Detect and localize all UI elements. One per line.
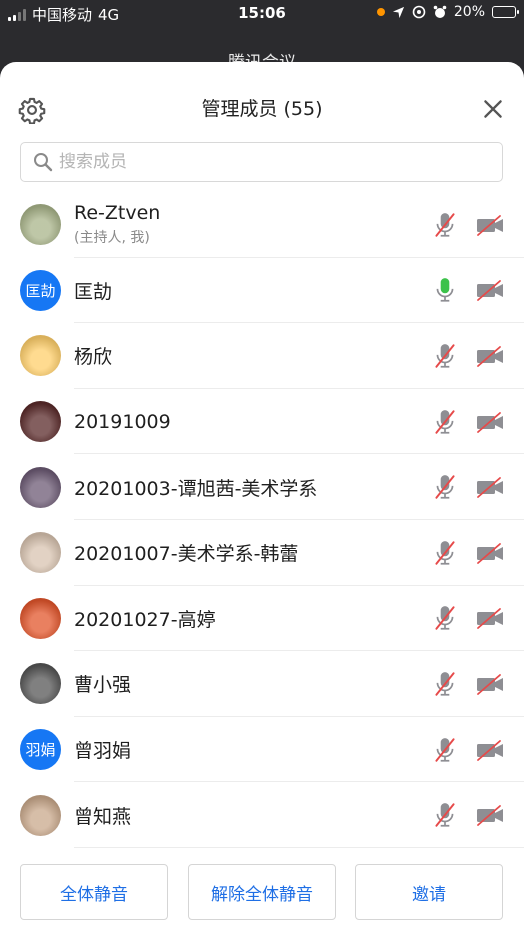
camera-off-icon[interactable]	[475, 738, 505, 762]
avatar	[20, 401, 61, 443]
camera-off-icon[interactable]	[475, 278, 505, 302]
member-info: 曹小强	[74, 670, 131, 697]
avatar-initials: 羽娟	[25, 741, 56, 760]
member-name: 20201007-美术学系-韩蕾	[74, 543, 299, 566]
microphone-muted-icon[interactable]	[432, 539, 458, 567]
member-name: 匡劼	[74, 280, 113, 303]
microphone-muted-icon[interactable]	[432, 408, 458, 436]
battery-percent: 20%	[453, 4, 485, 20]
status-right: 20%	[376, 4, 519, 20]
close-icon[interactable]	[480, 96, 506, 122]
camera-off-icon[interactable]	[475, 410, 505, 434]
camera-off-icon[interactable]	[475, 606, 505, 630]
member-name: 20191009	[74, 410, 171, 433]
member-role: (主持人, 我)	[74, 230, 150, 247]
invite-button[interactable]: 邀请	[355, 864, 503, 920]
sheet-title: 管理成员 (55)	[201, 98, 323, 120]
avatar	[20, 663, 61, 705]
microphone-icon[interactable]	[432, 276, 458, 304]
avatar	[20, 794, 61, 836]
member-info: 曾知燕	[74, 802, 131, 829]
privacy-dot-icon	[376, 8, 385, 16]
avatar	[20, 532, 61, 574]
member-name: Re-Ztven	[74, 202, 161, 225]
member-row[interactable]: 杨欣	[0, 323, 524, 389]
camera-off-icon[interactable]	[475, 672, 505, 696]
member-list: Re-Ztven (主持人, 我) 匡劼 匡劼 杨欣 20191009 20201003-…	[0, 192, 524, 848]
member-row[interactable]: 曹小强	[0, 651, 524, 717]
member-name: 曾羽娟	[74, 740, 132, 763]
member-info: 20201027-高婷	[74, 605, 216, 632]
avatar	[20, 204, 61, 246]
member-row[interactable]: 20191009	[0, 389, 524, 455]
avatar	[20, 335, 61, 377]
member-name: 20201003-谭旭茜-美术学系	[74, 477, 318, 500]
microphone-muted-icon[interactable]	[432, 801, 458, 829]
camera-off-icon[interactable]	[475, 213, 505, 237]
camera-off-icon[interactable]	[475, 344, 505, 368]
member-row[interactable]: 20201027-高婷	[0, 586, 524, 652]
member-name: 杨欣	[74, 346, 113, 369]
member-info: 20201007-美术学系-韩蕾	[74, 539, 298, 566]
member-name: 曹小强	[74, 674, 132, 697]
screen-lock-icon	[412, 5, 426, 19]
member-row[interactable]: 20201007-美术学系-韩蕾	[0, 520, 524, 586]
alarm-icon	[433, 5, 447, 18]
search-input[interactable]	[59, 152, 502, 172]
member-info: 匡劼	[74, 277, 112, 304]
member-row[interactable]: 羽娟 曾羽娟	[0, 717, 524, 783]
search-box[interactable]	[20, 142, 503, 182]
avatar	[20, 466, 61, 508]
mute-all-button[interactable]: 全体静音	[20, 864, 168, 920]
unmute-all-button[interactable]: 解除全体静音	[188, 864, 336, 920]
member-row[interactable]: 20201003-谭旭茜-美术学系	[0, 454, 524, 520]
microphone-muted-icon[interactable]	[432, 342, 458, 370]
microphone-muted-icon[interactable]	[432, 604, 458, 632]
member-row[interactable]: 曾知燕	[0, 782, 524, 848]
member-info: 20201003-谭旭茜-美术学系	[74, 474, 317, 501]
member-management-sheet: 管理成员 (55) Re-Ztven (主持人, 我) 匡劼匡劼 杨欣 2019100…	[0, 62, 524, 931]
member-name: 20201027-高婷	[74, 608, 216, 631]
camera-off-icon[interactable]	[475, 541, 505, 565]
member-info: Re-Ztven (主持人, 我)	[74, 202, 160, 247]
member-name: 曾知燕	[74, 805, 132, 828]
avatar: 羽娟	[20, 729, 61, 771]
member-info: 20191009	[74, 411, 171, 433]
footer-actions: 全体静音 解除全体静音 邀请	[0, 864, 524, 922]
microphone-muted-icon[interactable]	[432, 211, 458, 239]
avatar-initials: 匡劼	[25, 281, 56, 300]
member-row[interactable]: Re-Ztven (主持人, 我)	[0, 192, 524, 258]
battery-icon	[492, 6, 519, 18]
microphone-muted-icon[interactable]	[432, 473, 458, 501]
microphone-muted-icon[interactable]	[432, 736, 458, 764]
row-divider	[74, 846, 524, 848]
camera-off-icon[interactable]	[475, 803, 505, 827]
avatar	[20, 597, 61, 639]
member-info: 曾羽娟	[74, 736, 131, 763]
status-bar: 中国移动 4G 15:06 20%	[0, 0, 524, 28]
microphone-muted-icon[interactable]	[432, 670, 458, 698]
avatar: 匡劼	[20, 269, 61, 311]
search-icon	[34, 153, 53, 172]
location-arrow-icon	[392, 6, 404, 18]
member-row[interactable]: 匡劼 匡劼	[0, 258, 524, 324]
camera-off-icon[interactable]	[475, 475, 505, 499]
member-info: 杨欣	[74, 342, 112, 369]
